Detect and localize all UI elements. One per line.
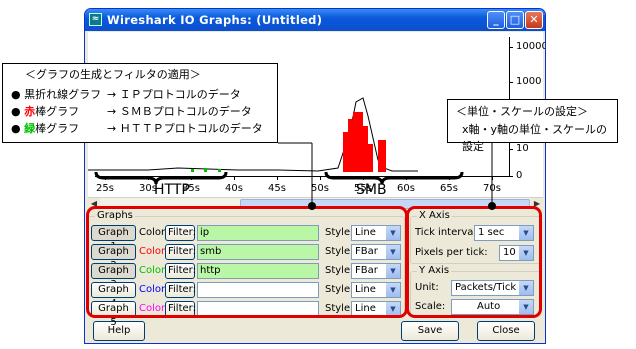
x-label: 60s bbox=[397, 183, 415, 194]
close-window-button[interactable]: ✕ bbox=[525, 11, 543, 29]
http-label: HTTP bbox=[154, 182, 190, 198]
graph-kind: 棒グラフ bbox=[35, 122, 80, 135]
y-label: 1000 bbox=[516, 76, 542, 87]
x-tick bbox=[449, 176, 450, 180]
callout-dot bbox=[488, 202, 496, 210]
axis-annotation-box: ＜単位・スケールの設定＞ x軸・y軸の単位・スケールの設定 bbox=[447, 99, 618, 153]
http-bar bbox=[218, 169, 221, 172]
protocol-desc: → ＳＭＢプロトコルのデータ bbox=[107, 105, 252, 118]
bullet-icon: ● bbox=[11, 105, 21, 118]
filter-annotation-title: ＜グラフの生成とフィルタの適用＞ bbox=[25, 68, 201, 81]
minimize-button[interactable]: _ bbox=[487, 11, 505, 29]
x-tick bbox=[234, 176, 235, 180]
x-tick bbox=[406, 176, 407, 180]
protocol-desc: → ＨＴＴＰプロトコルのデータ bbox=[107, 122, 263, 135]
wireshark-app-icon: ≈ bbox=[89, 13, 102, 26]
filter-annotation-line: ● 赤棒グラフ → ＳＭＢプロトコルのデータ bbox=[11, 103, 252, 120]
callout-dot bbox=[308, 202, 316, 210]
x-tick bbox=[191, 176, 192, 180]
y-label: 10000 bbox=[516, 41, 546, 52]
smb-label: SMB bbox=[356, 182, 387, 198]
help-button[interactable]: Help bbox=[93, 321, 145, 341]
x-label: 40s bbox=[225, 183, 243, 194]
save-button[interactable]: Save bbox=[401, 321, 459, 341]
bullet-icon: ● bbox=[11, 122, 21, 135]
x-tick bbox=[277, 176, 278, 180]
window-title: Wireshark IO Graphs: (Untitled) bbox=[107, 13, 323, 27]
protocol-desc: → ＩＰプロトコルのデータ bbox=[107, 88, 241, 101]
filter-annotation-line: ● 黒折れ線グラフ → ＩＰプロトコルのデータ bbox=[11, 86, 241, 103]
y-tick bbox=[509, 82, 513, 83]
x-tick bbox=[363, 176, 364, 180]
filter-annotation-box: ＜グラフの生成とフィルタの適用＞ ● 黒折れ線グラフ → ＩＰプロトコルのデータ ●… bbox=[2, 63, 278, 143]
color-word: 赤 bbox=[24, 105, 36, 118]
axis-annotation-text: x軸・y軸の単位・スケールの設定 bbox=[462, 123, 608, 153]
http-bar bbox=[204, 168, 207, 172]
graph-kind: 棒グラフ bbox=[35, 105, 80, 118]
y-label: 0 bbox=[516, 170, 523, 181]
smb-bar bbox=[343, 132, 348, 172]
filter-annotation-line: ● 緑棒グラフ → ＨＴＴＰプロトコルのデータ bbox=[11, 120, 263, 137]
smb-bar bbox=[348, 119, 353, 172]
close-button[interactable]: Close bbox=[477, 321, 535, 341]
axis-highlight-box bbox=[406, 206, 542, 318]
graphs-highlight-box bbox=[86, 206, 408, 318]
x-tick bbox=[148, 176, 149, 180]
title-bar[interactable]: ≈ Wireshark IO Graphs: (Untitled) _ □ ✕ bbox=[85, 9, 545, 31]
x-tick bbox=[492, 176, 493, 180]
http-bar bbox=[191, 169, 194, 172]
smb-bar bbox=[378, 140, 386, 172]
x-label: 65s bbox=[440, 183, 458, 194]
color-word: 緑 bbox=[24, 122, 36, 135]
bullet-icon: ● bbox=[11, 88, 21, 101]
x-tick bbox=[320, 176, 321, 180]
y-tick bbox=[509, 47, 513, 48]
x-label: 25s bbox=[96, 183, 114, 194]
smb-bar bbox=[363, 126, 368, 172]
graph-kind: 黒折れ線グラフ bbox=[24, 88, 102, 101]
x-axis bbox=[95, 176, 510, 177]
axis-annotation-title: ＜単位・スケールの設定＞ bbox=[456, 105, 588, 118]
x-tick bbox=[105, 176, 106, 180]
x-label: 70s bbox=[483, 183, 501, 194]
maximize-button[interactable]: □ bbox=[506, 11, 524, 29]
x-label: 50s bbox=[311, 183, 329, 194]
x-label: 45s bbox=[268, 183, 286, 194]
smb-bar bbox=[368, 144, 373, 172]
smb-bar bbox=[353, 112, 358, 172]
smb-bar bbox=[358, 112, 363, 172]
